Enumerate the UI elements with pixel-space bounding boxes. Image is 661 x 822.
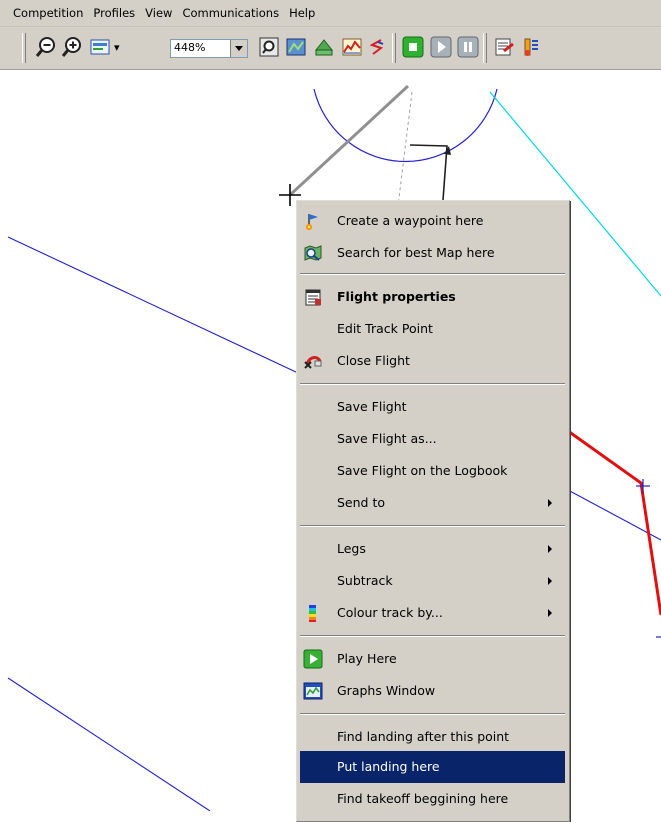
map-search-icon bbox=[303, 243, 323, 263]
menu-bar: Competition Profiles View Communications… bbox=[0, 0, 661, 27]
black-track bbox=[409, 144, 448, 201]
airspace-icon[interactable] bbox=[313, 36, 335, 58]
submenu-arrow-icon bbox=[548, 545, 552, 553]
colour-bar-icon bbox=[303, 603, 323, 623]
close-flight-icon bbox=[303, 351, 323, 371]
map-tiles-icon[interactable] bbox=[285, 36, 307, 58]
toolbar-grip[interactable] bbox=[22, 33, 26, 63]
submenu-arrow-icon bbox=[548, 609, 552, 617]
zoom-level-select[interactable]: 448% bbox=[170, 39, 248, 58]
track-icon[interactable] bbox=[366, 36, 388, 58]
thermal-icon[interactable] bbox=[520, 36, 542, 58]
task-line bbox=[7, 677, 211, 811]
zoom-fit-icon[interactable] bbox=[258, 36, 280, 58]
play-icon[interactable] bbox=[430, 36, 452, 58]
menu-item-save-flight-logbook[interactable]: Save Flight on the Logbook bbox=[300, 455, 565, 487]
menu-communications[interactable]: Communications bbox=[177, 0, 284, 26]
toolbar: ▾ 448% bbox=[0, 27, 661, 70]
menu-item-find-takeoff[interactable]: Find takeoff beggining here bbox=[300, 783, 565, 815]
zoom-out-icon[interactable] bbox=[35, 36, 57, 58]
menu-item-flight-properties[interactable]: Flight properties bbox=[300, 281, 565, 313]
menu-item-find-landing[interactable]: Find landing after this point bbox=[300, 721, 565, 753]
toolbar-separator bbox=[483, 33, 487, 63]
graphs-window-icon bbox=[303, 681, 323, 701]
menu-separator bbox=[300, 713, 565, 715]
waypoint-flag-icon bbox=[303, 211, 323, 231]
grey-track bbox=[288, 84, 410, 197]
menu-item-colour-track-by[interactable]: Colour track by... bbox=[300, 597, 565, 629]
task-line bbox=[7, 236, 299, 374]
record-icon[interactable] bbox=[402, 36, 424, 58]
dashed-leg bbox=[397, 91, 413, 207]
menu-profiles[interactable]: Profiles bbox=[88, 0, 140, 26]
red-track bbox=[567, 429, 661, 616]
menu-item-put-landing[interactable]: Put landing here bbox=[300, 751, 565, 783]
flight-analysis-icon[interactable] bbox=[493, 36, 515, 58]
turnpoint-cylinder bbox=[313, 88, 498, 163]
menu-separator bbox=[300, 383, 565, 385]
map-layer-icon[interactable] bbox=[89, 36, 111, 58]
menu-item-send-to[interactable]: Send to bbox=[300, 487, 565, 519]
menu-item-save-flight[interactable]: Save Flight bbox=[300, 391, 565, 423]
menu-item-edit-track-point[interactable]: Edit Track Point bbox=[300, 313, 565, 345]
play-here-icon bbox=[303, 649, 323, 669]
menu-item-graphs-window[interactable]: Graphs Window bbox=[300, 675, 565, 707]
menu-item-play-here[interactable]: Play Here bbox=[300, 643, 565, 675]
menu-item-create-waypoint[interactable]: Create a waypoint here bbox=[300, 205, 565, 237]
zoom-dropdown-button[interactable] bbox=[230, 40, 247, 57]
dropdown-arrow-icon[interactable]: ▾ bbox=[114, 41, 120, 54]
menu-item-subtrack[interactable]: Subtrack bbox=[300, 565, 565, 597]
context-menu: Create a waypoint here Search for best M… bbox=[296, 200, 570, 822]
menu-separator bbox=[300, 635, 565, 637]
flight-properties-icon bbox=[303, 287, 323, 307]
menu-view[interactable]: View bbox=[140, 0, 177, 26]
pause-icon[interactable] bbox=[457, 36, 479, 58]
toolbar-separator bbox=[392, 33, 396, 63]
menu-item-search-best-map[interactable]: Search for best Map here bbox=[300, 237, 565, 269]
menu-item-close-flight[interactable]: Close Flight bbox=[300, 345, 565, 377]
menu-help[interactable]: Help bbox=[284, 0, 320, 26]
submenu-arrow-icon bbox=[548, 577, 552, 585]
zoom-level-value: 448% bbox=[174, 41, 206, 54]
submenu-arrow-icon bbox=[548, 499, 552, 507]
menu-separator bbox=[300, 273, 565, 275]
menu-separator bbox=[300, 525, 565, 527]
zoom-in-icon[interactable] bbox=[61, 36, 83, 58]
menu-item-legs[interactable]: Legs bbox=[300, 533, 565, 565]
altitude-graph-icon[interactable] bbox=[341, 36, 363, 58]
menu-item-save-flight-as[interactable]: Save Flight as... bbox=[300, 423, 565, 455]
menu-competition[interactable]: Competition bbox=[0, 0, 88, 26]
